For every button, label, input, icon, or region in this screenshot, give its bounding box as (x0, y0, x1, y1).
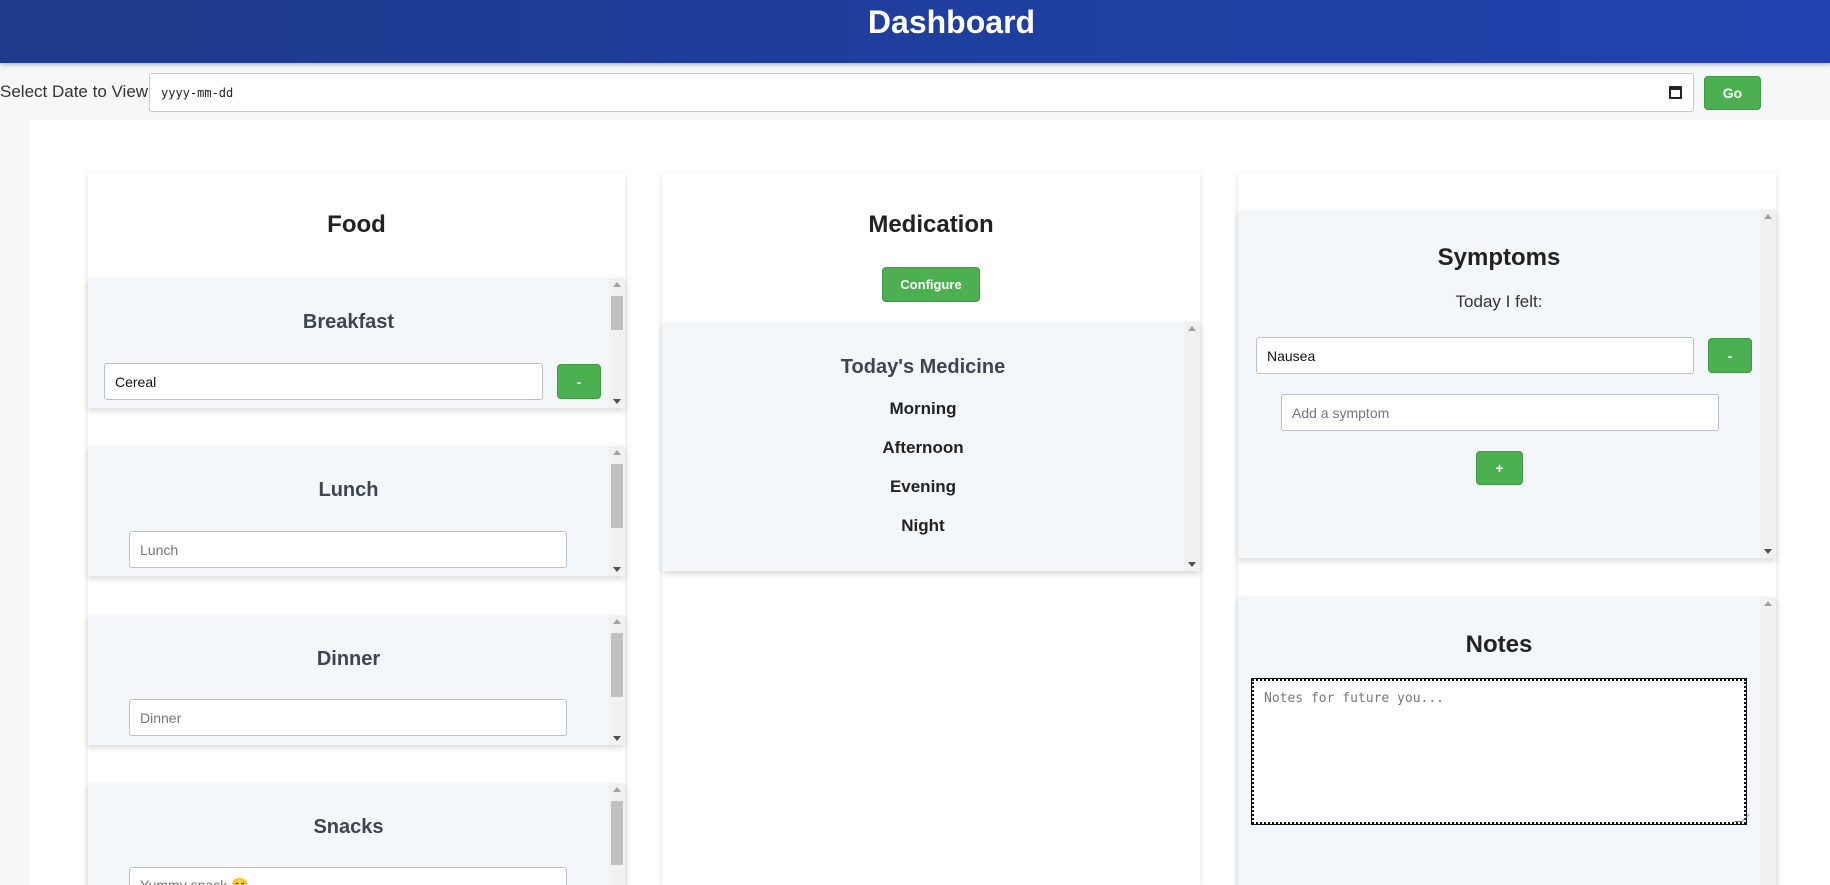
scroll-up-icon[interactable] (1188, 326, 1196, 331)
med-time-afternoon: Afternoon (882, 438, 964, 457)
lunch-input[interactable]: Lunch (129, 531, 567, 568)
med-time-night: Night (901, 516, 945, 535)
food-card: Food Breakfast Cereal - Lunch Lunch Dinn… (88, 173, 625, 885)
breakfast-item-field[interactable]: Cereal (104, 363, 543, 400)
dinner-input[interactable]: Dinner (129, 699, 567, 736)
scroll-up-icon[interactable] (1764, 601, 1772, 606)
symptom-item-field[interactable]: Nausea (1256, 337, 1694, 374)
remove-breakfast-item-button[interactable]: - (557, 364, 601, 399)
scroll-thumb[interactable] (611, 464, 623, 528)
scroll-up-icon[interactable] (613, 619, 621, 624)
symptoms-panel: Symptoms Today I felt: Nausea - Add a sy… (1238, 210, 1776, 558)
med-time-morning: Morning (889, 399, 957, 418)
todays-medicine-panel: Today's Medicine Morning Afternoon Eveni… (662, 322, 1200, 571)
breakfast-title: Breakfast (302, 311, 395, 333)
symptoms-card: Symptoms Today I felt: Nausea - Add a sy… (1238, 173, 1776, 885)
page-title: Dashboard (867, 4, 1036, 40)
snacks-panel: Snacks Yummy snack 😋 (88, 783, 625, 885)
scroll-down-icon[interactable] (613, 736, 621, 741)
date-placeholder: yyyy-mm-dd (161, 86, 234, 100)
symptoms-scrollbar[interactable] (1760, 210, 1776, 558)
lunch-title: Lunch (318, 479, 379, 501)
medicine-scrollbar[interactable] (1184, 322, 1200, 571)
scroll-down-icon[interactable] (613, 567, 621, 572)
breakfast-panel: Breakfast Cereal - (88, 278, 625, 408)
medication-card: Medication Configure Today's Medicine Mo… (662, 173, 1200, 885)
lunch-scrollbar[interactable] (609, 446, 625, 576)
scroll-up-icon[interactable] (613, 787, 621, 792)
scroll-up-icon[interactable] (1764, 214, 1772, 219)
configure-button[interactable]: Configure (882, 267, 980, 302)
dinner-panel: Dinner Dinner (88, 615, 625, 745)
food-title: Food (327, 211, 386, 238)
scroll-down-icon[interactable] (1764, 549, 1772, 554)
snacks-scrollbar[interactable] (609, 783, 625, 885)
scroll-down-icon[interactable] (1188, 562, 1196, 567)
scroll-up-icon[interactable] (613, 282, 621, 287)
app-header: Dashboard (0, 0, 1830, 63)
medication-title: Medication (868, 211, 994, 238)
dinner-scrollbar[interactable] (609, 615, 625, 745)
breakfast-scrollbar[interactable] (609, 278, 625, 408)
symptoms-title: Symptoms (1437, 244, 1561, 271)
notes-scrollbar[interactable] (1760, 597, 1776, 885)
dinner-title: Dinner (316, 648, 381, 670)
scroll-thumb[interactable] (611, 296, 623, 330)
scroll-down-icon[interactable] (613, 399, 621, 404)
scroll-up-icon[interactable] (613, 450, 621, 455)
add-symptom-input[interactable]: Add a symptom (1281, 394, 1719, 431)
scroll-thumb[interactable] (611, 633, 623, 697)
med-time-evening: Evening (889, 477, 957, 496)
snacks-title: Snacks (313, 816, 384, 838)
add-symptom-button[interactable]: + (1476, 451, 1523, 485)
date-select-label: Select Date to View (0, 82, 149, 101)
notes-textarea[interactable]: Notes for future you... (1251, 678, 1747, 825)
todays-medicine-title: Today's Medicine (840, 356, 1006, 378)
today-i-felt-label: Today I felt: (1455, 292, 1543, 311)
lunch-panel: Lunch Lunch (88, 446, 625, 576)
date-input[interactable]: yyyy-mm-dd (149, 73, 1694, 112)
notes-title: Notes (1465, 631, 1533, 658)
remove-symptom-button[interactable]: - (1708, 338, 1752, 373)
notes-panel: Notes Notes for future you... (1238, 597, 1776, 885)
go-button[interactable]: Go (1704, 76, 1761, 110)
scroll-thumb[interactable] (611, 801, 623, 865)
snacks-input[interactable]: Yummy snack 😋 (129, 867, 567, 885)
calendar-icon[interactable] (1669, 86, 1682, 99)
